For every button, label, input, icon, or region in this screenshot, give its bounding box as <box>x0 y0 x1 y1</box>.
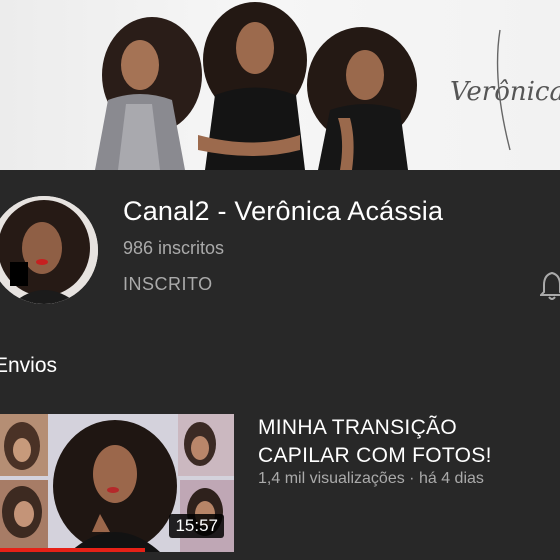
meta-separator: · <box>404 470 419 487</box>
video-views: 1,4 mil visualizações <box>258 470 405 487</box>
video-duration: 15:57 <box>169 514 224 538</box>
video-meta: 1,4 mil visualizações · há 4 dias <box>258 470 484 488</box>
subscriber-count: 986 inscritos <box>123 238 225 258</box>
avatar-image <box>0 196 98 304</box>
video-item[interactable]: 15:57 MINHA TRANSIÇÃO CAPILAR COM FOTOS!… <box>0 414 560 554</box>
watch-progress-bar <box>0 548 146 552</box>
banner-image: Verônica <box>95 2 560 170</box>
channel-banner: Verônica <box>0 0 560 170</box>
video-title[interactable]: MINHA TRANSIÇÃO CAPILAR COM FOTOS! <box>258 414 548 470</box>
notification-bell-icon[interactable] <box>538 270 560 302</box>
video-age: há 4 dias <box>418 470 484 487</box>
video-thumbnail[interactable]: 15:57 <box>0 414 234 552</box>
channel-name: Canal2 - Verônica Acássia <box>123 196 444 226</box>
banner-signature: Verônica <box>450 77 560 107</box>
channel-avatar[interactable] <box>0 196 98 304</box>
uploads-section-title: Envios <box>0 354 58 377</box>
subscribed-button[interactable]: INSCRITO <box>123 274 213 295</box>
